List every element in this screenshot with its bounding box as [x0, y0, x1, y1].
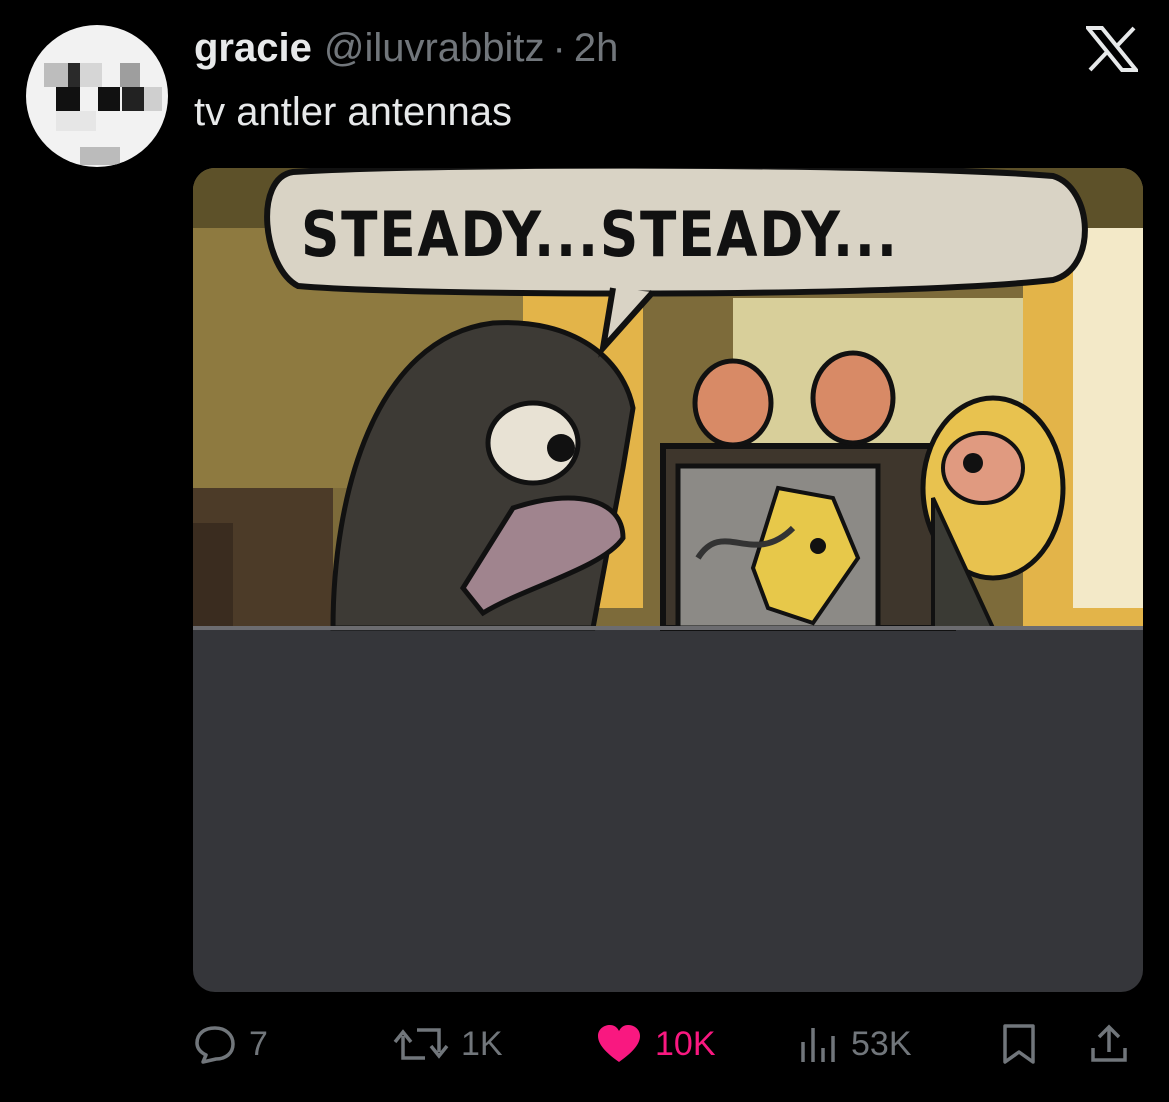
repost-count: 1K — [461, 1024, 503, 1063]
like-button[interactable]: 10K — [595, 1016, 716, 1072]
views-button[interactable]: 53K — [799, 1016, 912, 1072]
share-icon — [1091, 1024, 1127, 1062]
action-bar: 7 1K 10K 53K — [193, 1016, 1143, 1072]
bar-chart-icon — [801, 1028, 835, 1062]
avatar[interactable] — [26, 25, 168, 167]
speech-bubble-text: STEADY...STEADY... — [301, 198, 899, 271]
x-logo-icon[interactable] — [1086, 26, 1138, 72]
separator-dot: · — [552, 26, 566, 70]
share-button[interactable] — [1087, 1016, 1131, 1072]
repost-button[interactable]: 1K — [393, 1016, 503, 1072]
timestamp[interactable]: 2h — [574, 26, 619, 71]
bookmark-icon — [1003, 1024, 1035, 1064]
tweet-text: tv antler antennas — [194, 90, 512, 134]
comic-illustration — [193, 168, 1143, 631]
bookmark-button[interactable] — [999, 1016, 1039, 1072]
views-count: 53K — [851, 1024, 912, 1063]
reply-count: 7 — [249, 1024, 268, 1063]
tweet-header: gracie @iluvrabbitz · 2h — [194, 26, 618, 74]
reply-button[interactable]: 7 — [193, 1016, 268, 1072]
tweet-media[interactable]: STEADY...STEADY... — [193, 168, 1143, 992]
display-name[interactable]: gracie — [194, 26, 312, 71]
repost-icon — [393, 1028, 449, 1060]
like-count: 10K — [655, 1024, 716, 1063]
heart-icon — [598, 1025, 640, 1062]
user-handle[interactable]: @iluvrabbitz — [324, 26, 545, 71]
comment-icon — [195, 1026, 235, 1064]
